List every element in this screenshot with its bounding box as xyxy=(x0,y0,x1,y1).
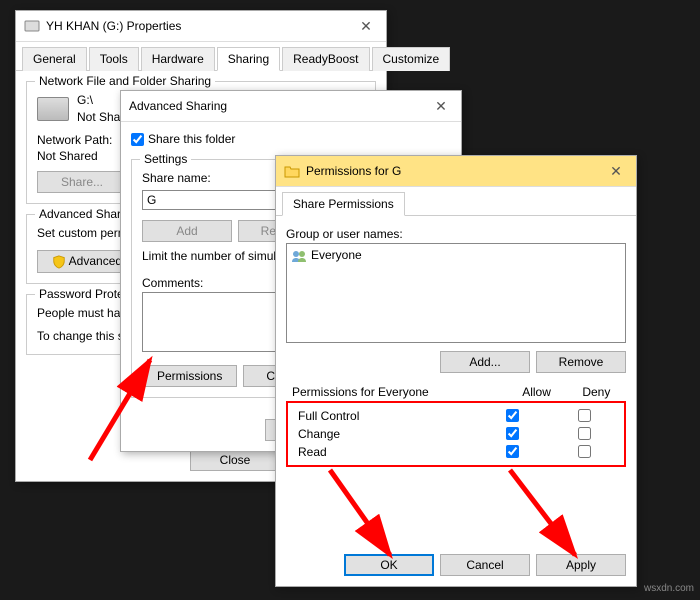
properties-titlebar: YH KHAN (G:) Properties ✕ xyxy=(16,11,386,42)
tab-tools[interactable]: Tools xyxy=(89,47,139,71)
drive-icon xyxy=(24,18,40,34)
watermark: wsxdn.com xyxy=(644,583,694,594)
permissions-titlebar: Permissions for G ✕ xyxy=(276,156,636,187)
tab-general[interactable]: General xyxy=(22,47,87,71)
permissions-button[interactable]: Permissions xyxy=(142,365,237,387)
perm-row-change: Change xyxy=(292,425,620,443)
ok-button[interactable]: OK xyxy=(344,554,434,576)
advanced-sharing-titlebar: Advanced Sharing ✕ xyxy=(121,91,461,122)
apply-button[interactable]: Apply xyxy=(536,554,626,576)
properties-title: YH KHAN (G:) Properties xyxy=(46,19,378,33)
advanced-sharing-title: Advanced Sharing xyxy=(129,99,453,113)
allow-change[interactable] xyxy=(506,427,519,440)
close-icon[interactable]: ✕ xyxy=(346,11,386,41)
tab-hardware[interactable]: Hardware xyxy=(141,47,215,71)
permissions-highlight: Full Control Change Read xyxy=(286,401,626,467)
permissions-tabs: Share Permissions xyxy=(276,187,636,216)
settings-legend: Settings xyxy=(140,152,191,166)
permissions-table: Permissions for EveryoneAllowDeny xyxy=(286,383,626,401)
allow-read[interactable] xyxy=(506,445,519,458)
tab-share-permissions[interactable]: Share Permissions xyxy=(282,192,405,216)
tab-readyboost[interactable]: ReadyBoost xyxy=(282,47,369,71)
add-share-button[interactable]: Add xyxy=(142,220,232,242)
allow-full-control[interactable] xyxy=(506,409,519,422)
drive-thumbnail-icon xyxy=(37,97,69,121)
tab-customize[interactable]: Customize xyxy=(372,47,451,71)
share-folder-checkbox[interactable]: Share this folder xyxy=(131,132,235,146)
network-sharing-legend: Network File and Folder Sharing xyxy=(35,74,215,88)
share-button[interactable]: Share... xyxy=(37,171,127,193)
network-path-value: Not Shared xyxy=(37,149,98,163)
properties-tabs: General Tools Hardware Sharing ReadyBoos… xyxy=(16,42,386,71)
permissions-for-label: Permissions for Everyone xyxy=(286,383,506,401)
group-names-label: Group or user names: xyxy=(286,226,626,243)
cancel-button[interactable]: Cancel xyxy=(440,554,530,576)
close-icon[interactable]: ✕ xyxy=(596,156,636,186)
list-item[interactable]: Everyone xyxy=(291,248,621,262)
permissions-window: Permissions for G ✕ Share Permissions Gr… xyxy=(275,155,637,587)
deny-change[interactable] xyxy=(578,427,591,440)
deny-read[interactable] xyxy=(578,445,591,458)
close-icon[interactable]: ✕ xyxy=(421,91,461,121)
user-everyone: Everyone xyxy=(311,248,362,262)
perm-row-read: Read xyxy=(292,443,620,461)
permissions-title: Permissions for G xyxy=(306,164,628,178)
deny-full-control[interactable] xyxy=(578,409,591,422)
deny-header: Deny xyxy=(567,383,626,401)
perm-row-full-control: Full Control xyxy=(292,407,620,425)
remove-user-button[interactable]: Remove xyxy=(536,351,626,373)
add-user-button[interactable]: Add... xyxy=(440,351,530,373)
network-path-label: Network Path: xyxy=(37,133,112,147)
tab-sharing[interactable]: Sharing xyxy=(217,47,280,71)
allow-header: Allow xyxy=(506,383,566,401)
folder-icon xyxy=(284,163,300,179)
close-button[interactable]: Close xyxy=(190,449,280,471)
user-list[interactable]: Everyone xyxy=(286,243,626,343)
share-folder-label: Share this folder xyxy=(148,132,235,146)
